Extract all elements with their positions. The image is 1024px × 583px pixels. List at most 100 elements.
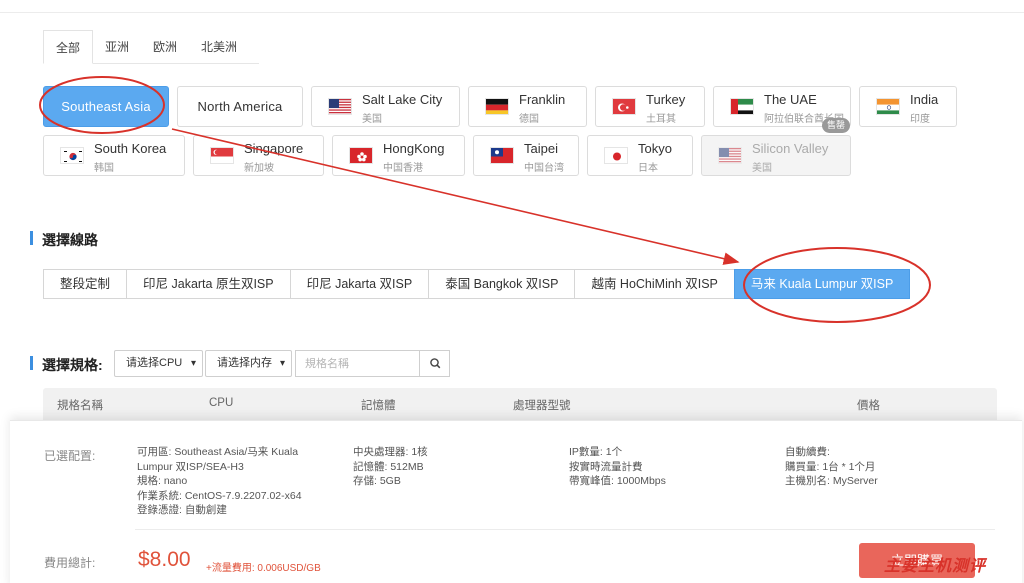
route-jakarta-native[interactable]: 印尼 Jakarta 原生双ISP xyxy=(126,269,291,299)
config-line: 購買量: 1台 * 1个月 xyxy=(785,460,876,473)
selected-config-label: 已選配置: xyxy=(44,449,96,463)
spec-search-input[interactable] xyxy=(295,350,419,377)
top-divider xyxy=(0,12,1024,13)
col-processor: 處理器型號 xyxy=(513,400,571,412)
location-turkey[interactable]: Turkey 土耳其 xyxy=(595,86,705,127)
search-icon xyxy=(430,358,441,369)
config-column-2: 中央處理器: 1核 記憶體: 512MB 存儲: 5GB xyxy=(353,445,428,489)
config-column-4: 自動續費: 購買量: 1台 * 1个月 主機別名: MyServer xyxy=(785,445,878,489)
location-country: 日本 xyxy=(638,163,658,174)
order-summary-panel: 已選配置: 可用區: Southeast Asia/马来 Kuala Lumpu… xyxy=(10,420,1022,583)
chevron-down-icon: ▾ xyxy=(190,358,196,369)
tab-north-america[interactable]: 北美洲 xyxy=(189,30,249,64)
uae-flag-icon xyxy=(730,98,754,115)
location-taipei[interactable]: Taipei 中国台湾 xyxy=(473,135,579,176)
memory-select[interactable]: 请选择内存 ▾ xyxy=(205,350,292,377)
turkey-flag-icon xyxy=(612,98,636,115)
search-button[interactable] xyxy=(419,350,450,377)
route-jakarta[interactable]: 印尼 Jakarta 双ISP xyxy=(289,269,430,299)
route-section-title: 選擇線路 xyxy=(30,230,98,250)
location-name: Franklin xyxy=(519,92,566,107)
location-southeast-asia[interactable]: Southeast Asia xyxy=(43,86,169,127)
page: 全部 亚洲 欧洲 北美洲 Southeast Asia North Americ… xyxy=(0,0,1024,583)
location-country: 美国 xyxy=(752,163,772,174)
config-line: 存儲: 5GB xyxy=(353,475,401,487)
fee-total-label: 費用總計: xyxy=(44,556,96,570)
col-memory: 記憶體 xyxy=(361,400,396,412)
location-country: 美国 xyxy=(362,114,382,125)
tab-all[interactable]: 全部 xyxy=(43,30,94,64)
memory-select-value: 请选择内存 xyxy=(217,357,272,369)
location-name: Turkey xyxy=(646,92,686,107)
location-india[interactable]: India 印度 xyxy=(859,86,957,127)
col-cpu: CPU xyxy=(209,397,234,409)
col-price: 價格 xyxy=(857,400,880,412)
config-column-3: IP數量: 1个 按實時流量計費 帶寬峰值: 1000Mbps xyxy=(569,445,666,489)
location-name: India xyxy=(910,92,939,107)
sold-out-badge: 售罄 xyxy=(821,118,850,133)
route-custom[interactable]: 整段定制 xyxy=(43,269,128,299)
route-hochiminh[interactable]: 越南 HoChiMinh 双ISP xyxy=(574,269,735,299)
config-line: 可用區: Southeast Asia/马来 Kuala xyxy=(137,446,299,458)
location-name: Singapore xyxy=(244,141,304,156)
cpu-select-value: 请选择CPU xyxy=(126,357,183,369)
location-franklin[interactable]: Franklin 德国 xyxy=(468,86,587,127)
location-name: Salt Lake City xyxy=(362,92,443,107)
location-hongkong[interactable]: HongKong 中国香港 xyxy=(332,135,465,176)
region-tabs: 全部 亚洲 欧洲 北美洲 xyxy=(43,30,259,64)
location-salt-lake-city[interactable]: Salt Lake City 美国 xyxy=(311,86,460,127)
location-the-uae[interactable]: The UAE 阿拉伯联合酋长国 售罄 xyxy=(713,86,851,133)
location-country: 新加坡 xyxy=(244,163,274,174)
config-line: 記憶體: 512MB xyxy=(353,460,424,473)
location-country: 韩国 xyxy=(94,163,114,174)
location-tokyo[interactable]: Tokyo 日本 xyxy=(587,135,693,176)
location-name: The UAE xyxy=(764,92,817,107)
cpu-select[interactable]: 请选择CPU ▾ xyxy=(114,350,203,377)
route-bangkok[interactable]: 泰国 Bangkok 双ISP xyxy=(428,269,576,299)
singapore-flag-icon xyxy=(210,147,234,164)
location-name: South Korea xyxy=(94,141,167,156)
location-north-america[interactable]: North America xyxy=(177,86,303,127)
location-south-korea[interactable]: South Korea 韩国 xyxy=(43,135,185,176)
config-line: 規格: nano xyxy=(137,475,188,487)
location-name: Tokyo xyxy=(638,141,672,156)
config-line: 自動續費: xyxy=(785,446,830,458)
config-line: 主機別名: MyServer xyxy=(785,475,878,487)
config-line: 帶寬峰值: 1000Mbps xyxy=(569,475,666,487)
taiwan-flag-icon xyxy=(490,147,514,164)
chevron-down-icon: ▾ xyxy=(279,358,285,369)
config-line: 按實時流量計費 xyxy=(569,460,643,473)
config-line: IP數量: 1个 xyxy=(569,446,623,458)
location-country: 中国香港 xyxy=(383,163,423,174)
location-silicon-valley[interactable]: Silicon Valley 美国 xyxy=(701,135,851,176)
location-country: 德国 xyxy=(519,114,539,125)
config-line: Lumpur 双ISP/SEA-H3 xyxy=(137,460,244,473)
location-country: 印度 xyxy=(910,114,930,125)
spec-table-header: 規格名稱 CPU 記憶體 處理器型號 價格 xyxy=(43,388,997,420)
tab-asia[interactable]: 亚洲 xyxy=(93,30,141,64)
spec-section-title: 選擇規格: xyxy=(30,355,103,375)
config-line: 中央處理器: 1核 xyxy=(353,446,428,458)
config-line: 作業系統: CentOS-7.9.2207.02-x64 xyxy=(137,489,302,502)
us-flag-icon xyxy=(718,147,742,164)
route-tabs: 整段定制 印尼 Jakarta 原生双ISP 印尼 Jakarta 双ISP 泰… xyxy=(43,269,911,299)
location-name: Silicon Valley xyxy=(752,141,829,156)
location-singapore[interactable]: Singapore 新加坡 xyxy=(193,135,324,176)
japan-flag-icon xyxy=(604,147,628,164)
india-flag-icon xyxy=(876,98,900,115)
location-country: 土耳其 xyxy=(646,114,676,125)
location-name: Taipei xyxy=(524,141,558,156)
total-price: $8.00 xyxy=(138,548,191,571)
col-spec-name: 規格名稱 xyxy=(57,400,103,412)
traffic-fee: +流量費用: 0.006USD/GB xyxy=(206,563,321,574)
hongkong-flag-icon xyxy=(349,147,373,164)
config-column-1: 可用區: Southeast Asia/马来 Kuala Lumpur 双ISP… xyxy=(137,445,302,518)
tab-europe[interactable]: 欧洲 xyxy=(141,30,189,64)
germany-flag-icon xyxy=(485,98,509,115)
summary-divider xyxy=(135,529,995,530)
route-kuala-lumpur[interactable]: 马来 Kuala Lumpur 双ISP xyxy=(733,269,911,299)
location-country: 中国台湾 xyxy=(524,163,564,174)
watermark: 主要主机测评 xyxy=(884,558,987,575)
location-name: HongKong xyxy=(383,141,445,156)
config-line: 登錄憑證: 自動創建 xyxy=(137,504,227,516)
